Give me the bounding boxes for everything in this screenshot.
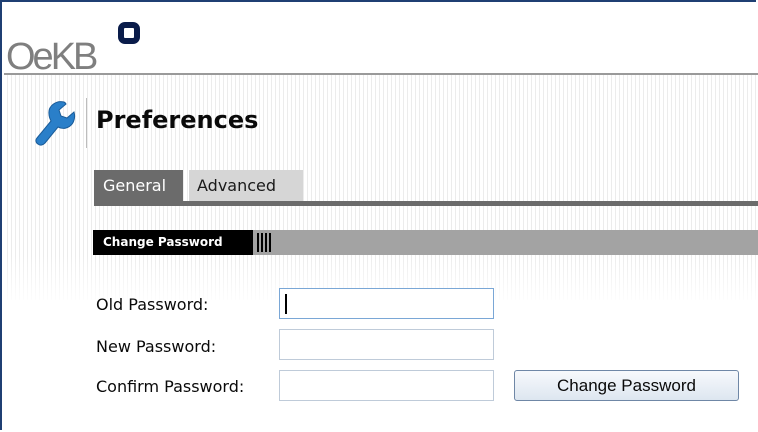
new-password-label: New Password: [96,337,217,356]
section-header-bar: Change Password [93,230,758,255]
tab-general[interactable]: General [94,170,183,201]
section-bars-decoration [257,233,273,252]
wrench-icon [34,100,76,146]
text-caret [285,294,287,314]
tab-underline [94,201,758,206]
title-divider [86,98,87,148]
new-password-field[interactable] [279,329,494,360]
old-password-label: Old Password: [96,295,209,314]
old-password-field[interactable] [279,288,494,319]
logo-square-mark [118,22,140,44]
tab-advanced[interactable]: Advanced [189,170,303,201]
page-title: Preferences [96,106,259,134]
confirm-password-field[interactable] [279,370,494,401]
change-password-button[interactable]: Change Password [514,370,739,401]
confirm-password-label: Confirm Password: [96,377,245,396]
section-title: Change Password [93,230,253,255]
